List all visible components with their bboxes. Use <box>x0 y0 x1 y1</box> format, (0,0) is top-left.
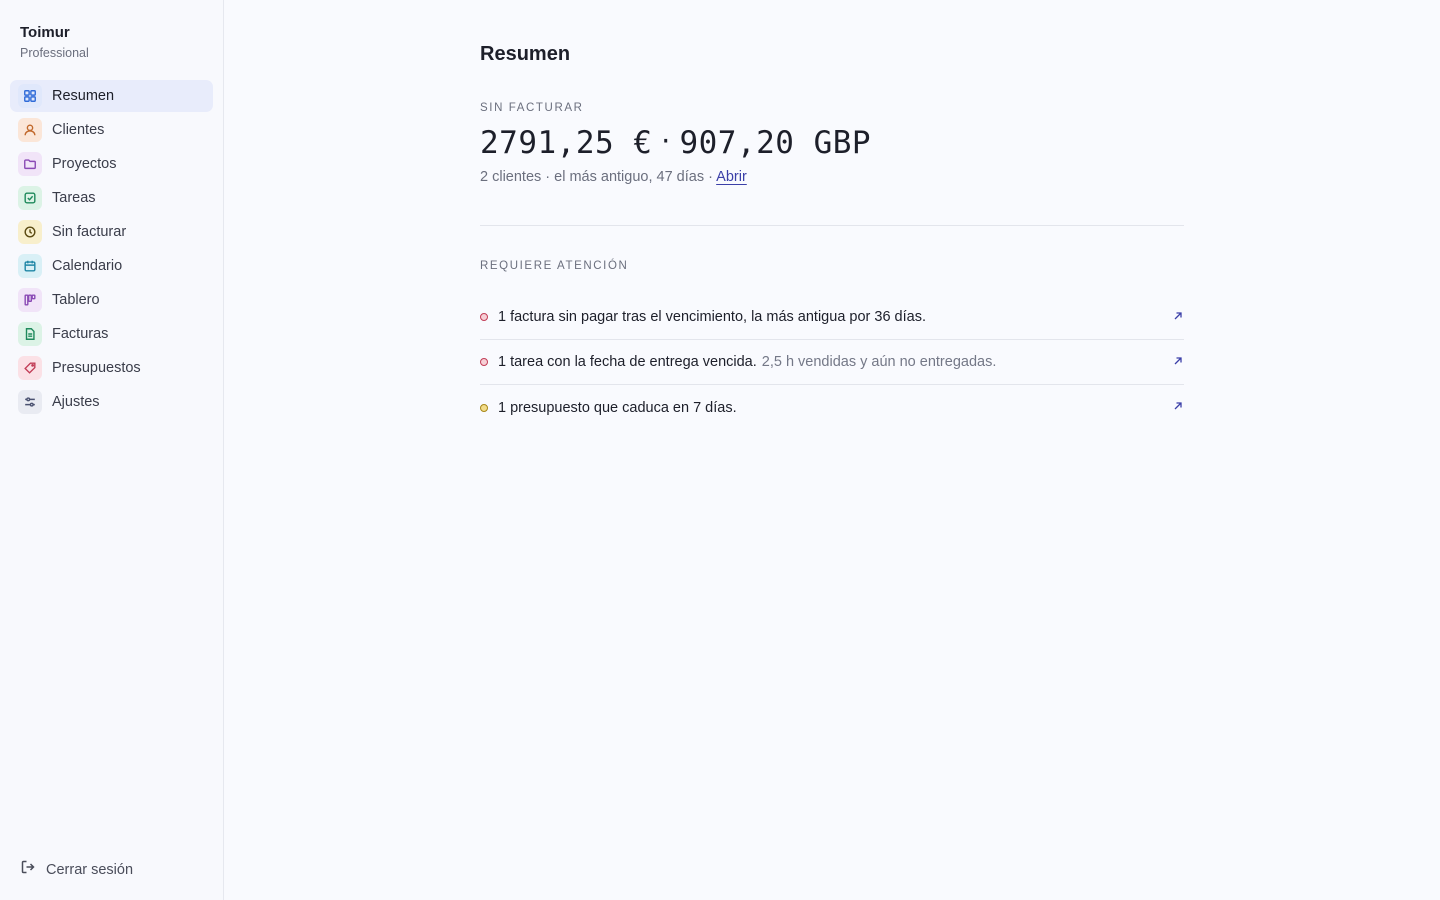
attention-item[interactable]: 1 tarea con la fecha de entrega vencida.… <box>480 340 1184 385</box>
folder-icon <box>18 152 42 176</box>
sidebar-item-label: Calendario <box>52 258 123 274</box>
sidebar-item-label: Tareas <box>52 190 96 206</box>
attention-list: 1 factura sin pagar tras el vencimiento,… <box>480 295 1184 430</box>
sidebar: Toimur Professional Resumen Clientes Pro… <box>0 0 224 900</box>
attention-text: 1 presupuesto que caduca en 7 días. <box>498 399 737 416</box>
sidebar-item-label: Facturas <box>52 326 109 342</box>
sidebar-nav: Resumen Clientes Proyectos Tareas Sin fa… <box>10 80 213 418</box>
amount-separator: · <box>658 127 674 155</box>
sliders-icon <box>18 390 42 414</box>
attention-item[interactable]: 1 presupuesto que caduca en 7 días. <box>480 385 1184 430</box>
sidebar-item-ajustes[interactable]: Ajustes <box>10 386 213 418</box>
document-icon <box>18 322 42 346</box>
sidebar-item-label: Resumen <box>52 88 115 104</box>
logout-icon <box>20 859 36 880</box>
sidebar-item-clientes[interactable]: Clientes <box>10 114 213 146</box>
brand-plan: Professional <box>20 46 89 60</box>
unbilled-amount: 2791,25 € · 907,20 GBP <box>480 124 1184 164</box>
page-title: Resumen <box>480 43 571 65</box>
amount-gbp: 907,20 GBP <box>679 125 872 161</box>
sidebar-item-resumen[interactable]: Resumen <box>10 80 213 112</box>
attention-muted-text: 2,5 h vendidas y aún no entregadas. <box>761 354 997 370</box>
grid-icon <box>18 84 42 108</box>
attention-item[interactable]: 1 factura sin pagar tras el vencimiento,… <box>480 295 1184 340</box>
user-icon <box>18 118 42 142</box>
sidebar-item-label: Ajustes <box>52 394 100 410</box>
sidebar-item-label: Proyectos <box>52 156 117 172</box>
sidebar-item-label: Clientes <box>52 122 105 138</box>
brand-name: Toimur <box>20 24 70 41</box>
unbilled-summary: 2 clientes · el más antiguo, 47 días · A… <box>480 167 1184 187</box>
logout-label: Cerrar sesión <box>46 861 134 878</box>
attention-text: 1 factura sin pagar tras el vencimiento,… <box>498 309 926 325</box>
sidebar-item-proyectos[interactable]: Proyectos <box>10 148 213 180</box>
main-content: Resumen SIN FACTURAR 2791,25 € · 907,20 GB… <box>224 0 1440 900</box>
open-link[interactable]: Abrir <box>716 169 747 185</box>
sidebar-item-label: Presupuestos <box>52 360 141 376</box>
arrow-up-right-icon <box>1174 357 1182 365</box>
sidebar-item-tareas[interactable]: Tareas <box>10 182 213 214</box>
arrow-up-right-icon <box>1174 402 1182 410</box>
logout-button[interactable]: Cerrar sesión <box>20 859 133 880</box>
calendar-icon <box>18 254 42 278</box>
sidebar-item-calendario[interactable]: Calendario <box>10 250 213 282</box>
sidebar-item-label: Sin facturar <box>52 224 127 240</box>
sidebar-item-tablero[interactable]: Tablero <box>10 284 213 316</box>
kanban-icon <box>18 288 42 312</box>
clock-icon <box>18 220 42 244</box>
unbilled-label: SIN FACTURAR <box>480 102 584 114</box>
sidebar-item-label: Tablero <box>52 292 100 308</box>
brand: Toimur Professional <box>10 24 213 61</box>
attention-label: REQUIERE ATENCIÓN <box>480 260 629 272</box>
attention-section: REQUIERE ATENCIÓN 1 factura sin pagar tr… <box>480 259 1184 430</box>
status-dot <box>480 313 488 321</box>
check-square-icon <box>18 186 42 210</box>
amount-eur: 2791,25 € <box>480 125 653 161</box>
status-dot <box>480 403 488 412</box>
unbilled-summary-text: 2 clientes · el más antiguo, 47 días · <box>480 169 717 185</box>
unbilled-section: SIN FACTURAR 2791,25 € · 907,20 GBP 2 clie… <box>480 101 1184 187</box>
sidebar-item-sin-facturar[interactable]: Sin facturar <box>10 216 213 248</box>
status-dot <box>480 358 488 366</box>
tag-icon <box>18 356 42 380</box>
arrow-up-right-icon <box>1174 312 1182 320</box>
attention-text: 1 tarea con la fecha de entrega vencida. <box>498 354 757 370</box>
sidebar-item-facturas[interactable]: Facturas <box>10 318 213 350</box>
sidebar-item-presupuestos[interactable]: Presupuestos <box>10 352 213 384</box>
divider <box>480 225 1184 226</box>
